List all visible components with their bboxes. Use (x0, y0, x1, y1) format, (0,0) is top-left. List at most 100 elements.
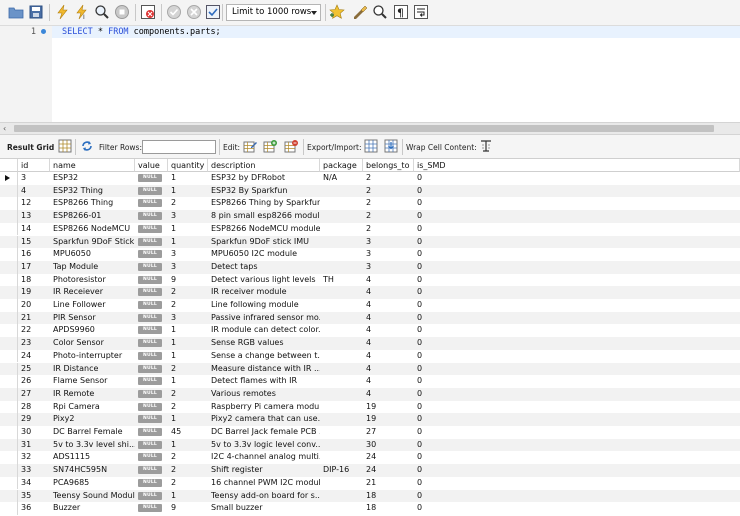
cell-name[interactable]: IR Remote (50, 388, 135, 401)
editor-horizontal-scrollbar[interactable]: ‹ (0, 122, 740, 135)
cell-name[interactable]: Flame Sensor (50, 375, 135, 388)
scrollbar-thumb[interactable] (14, 125, 714, 132)
row-selector[interactable] (0, 235, 18, 249)
cell-value[interactable]: NULL (135, 274, 168, 287)
row-selector[interactable] (0, 375, 18, 388)
cell-name[interactable]: ADS1115 (50, 451, 135, 464)
table-row[interactable]: 32 ADS1115 NULL 2 I2C 4-channel analog multi… (0, 451, 740, 465)
cell-quantity[interactable]: 1 (168, 185, 208, 198)
cell-id[interactable]: 21 (18, 312, 50, 325)
cell-name[interactable]: IR Distance (50, 363, 135, 376)
cell-belongs-to[interactable]: 2 (363, 172, 414, 185)
row-selector[interactable] (0, 172, 18, 185)
cell-description[interactable]: IR module can detect color... (208, 324, 320, 337)
cell-value[interactable]: NULL (135, 210, 168, 223)
commit-icon[interactable] (166, 4, 182, 20)
row-selector[interactable] (0, 413, 18, 426)
cell-quantity[interactable]: 45 (168, 426, 208, 439)
cell-package[interactable] (320, 401, 363, 414)
cell-is-smd[interactable]: 0 (414, 274, 740, 287)
cell-description[interactable]: Sense RGB values (208, 337, 320, 350)
cell-is-smd[interactable]: 0 (414, 439, 740, 452)
cell-id[interactable]: 31 (18, 439, 50, 452)
header-quantity[interactable]: quantity (168, 159, 208, 172)
row-selector[interactable] (0, 248, 18, 261)
table-row[interactable]: 22 APDS9960 NULL 1 IR module can detect colo… (0, 324, 740, 338)
cell-quantity[interactable]: 1 (168, 413, 208, 426)
cell-description[interactable]: Teensy add-on board for s... (208, 490, 320, 503)
cell-quantity[interactable]: 9 (168, 274, 208, 287)
cell-value[interactable]: NULL (135, 375, 168, 388)
cell-belongs-to[interactable]: 24 (363, 451, 414, 464)
table-row[interactable]: 16 MPU6050 NULL 3 MPU6050 I2C module 3 0 (0, 248, 740, 261)
cell-belongs-to[interactable]: 3 (363, 236, 414, 249)
row-selector[interactable] (0, 197, 18, 211)
cell-name[interactable]: Photoresistor (50, 274, 135, 287)
cell-value[interactable]: NULL (135, 197, 168, 210)
cell-id[interactable]: 17 (18, 261, 50, 274)
row-selector[interactable] (0, 260, 18, 274)
header-id[interactable]: id (18, 159, 50, 172)
cell-value[interactable]: NULL (135, 286, 168, 299)
table-row[interactable]: 19 IR Receiever NULL 2 IR receiver module 4 0 (0, 286, 740, 299)
cell-description[interactable]: Detect taps (208, 261, 320, 274)
cell-description[interactable]: Detect various light levels (208, 274, 320, 287)
table-row[interactable]: 3 ESP32 NULL 1 ESP32 by DFRobot N/A 2 0 (0, 172, 740, 185)
cell-value[interactable]: NULL (135, 172, 168, 185)
execute-statement-icon[interactable]: I (74, 4, 90, 20)
header-package[interactable]: package (320, 159, 363, 172)
cell-package[interactable] (320, 502, 363, 515)
cell-belongs-to[interactable]: 3 (363, 261, 414, 274)
cell-value[interactable]: NULL (135, 337, 168, 350)
cell-is-smd[interactable]: 0 (414, 464, 740, 477)
filter-rows-input[interactable] (142, 140, 216, 154)
cell-package[interactable]: TH (320, 274, 363, 287)
cell-quantity[interactable]: 2 (168, 286, 208, 299)
table-row[interactable]: 17 Tap Module NULL 3 Detect taps 3 0 (0, 260, 740, 274)
cell-is-smd[interactable]: 0 (414, 286, 740, 299)
cell-value[interactable]: NULL (135, 401, 168, 414)
cell-value[interactable]: NULL (135, 299, 168, 312)
table-row[interactable]: 13 ESP8266-01 NULL 3 8 pin small esp8266 mod… (0, 210, 740, 223)
cell-package[interactable] (320, 388, 363, 401)
cell-id[interactable]: 35 (18, 490, 50, 503)
beautify-icon[interactable] (352, 4, 368, 20)
cell-name[interactable]: Photo-interrupter (50, 350, 135, 363)
cell-description[interactable]: 16 channel PWM I2C module (208, 477, 320, 490)
cell-is-smd[interactable]: 0 (414, 236, 740, 249)
cell-quantity[interactable]: 9 (168, 502, 208, 515)
cell-value[interactable]: NULL (135, 312, 168, 325)
cell-quantity[interactable]: 2 (168, 401, 208, 414)
cell-is-smd[interactable]: 0 (414, 337, 740, 350)
cell-quantity[interactable]: 2 (168, 197, 208, 210)
cell-id[interactable]: 19 (18, 286, 50, 299)
cell-package[interactable] (320, 363, 363, 376)
cell-quantity[interactable]: 1 (168, 324, 208, 337)
cell-id[interactable]: 12 (18, 197, 50, 210)
cell-is-smd[interactable]: 0 (414, 477, 740, 490)
cell-value[interactable]: NULL (135, 261, 168, 274)
cell-value[interactable]: NULL (135, 502, 168, 515)
wrap-cell-icon[interactable] (479, 139, 493, 153)
cell-is-smd[interactable]: 0 (414, 223, 740, 236)
cell-is-smd[interactable]: 0 (414, 363, 740, 376)
cell-description[interactable]: 8 pin small esp8266 module (208, 210, 320, 223)
table-row[interactable]: 18 Photoresistor NULL 9 Detect various light… (0, 273, 740, 287)
cell-name[interactable]: DC Barrel Female (50, 426, 135, 439)
row-selector[interactable] (0, 400, 18, 414)
cell-package[interactable] (320, 337, 363, 350)
cell-quantity[interactable]: 2 (168, 388, 208, 401)
cell-id[interactable]: 33 (18, 464, 50, 477)
cell-id[interactable]: 3 (18, 172, 50, 185)
refresh-icon[interactable] (80, 139, 94, 153)
cell-name[interactable]: PIR Sensor (50, 312, 135, 325)
table-row[interactable]: 30 DC Barrel Female NULL 45 DC Barrel Jack f… (0, 426, 740, 439)
row-selector[interactable] (0, 362, 18, 376)
cell-description[interactable]: ESP32 By Sparkfun (208, 185, 320, 198)
cell-is-smd[interactable]: 0 (414, 426, 740, 439)
cell-quantity[interactable]: 3 (168, 210, 208, 223)
cell-quantity[interactable]: 1 (168, 236, 208, 249)
cell-id[interactable]: 20 (18, 299, 50, 312)
cell-package[interactable] (320, 324, 363, 337)
cell-value[interactable]: NULL (135, 464, 168, 477)
